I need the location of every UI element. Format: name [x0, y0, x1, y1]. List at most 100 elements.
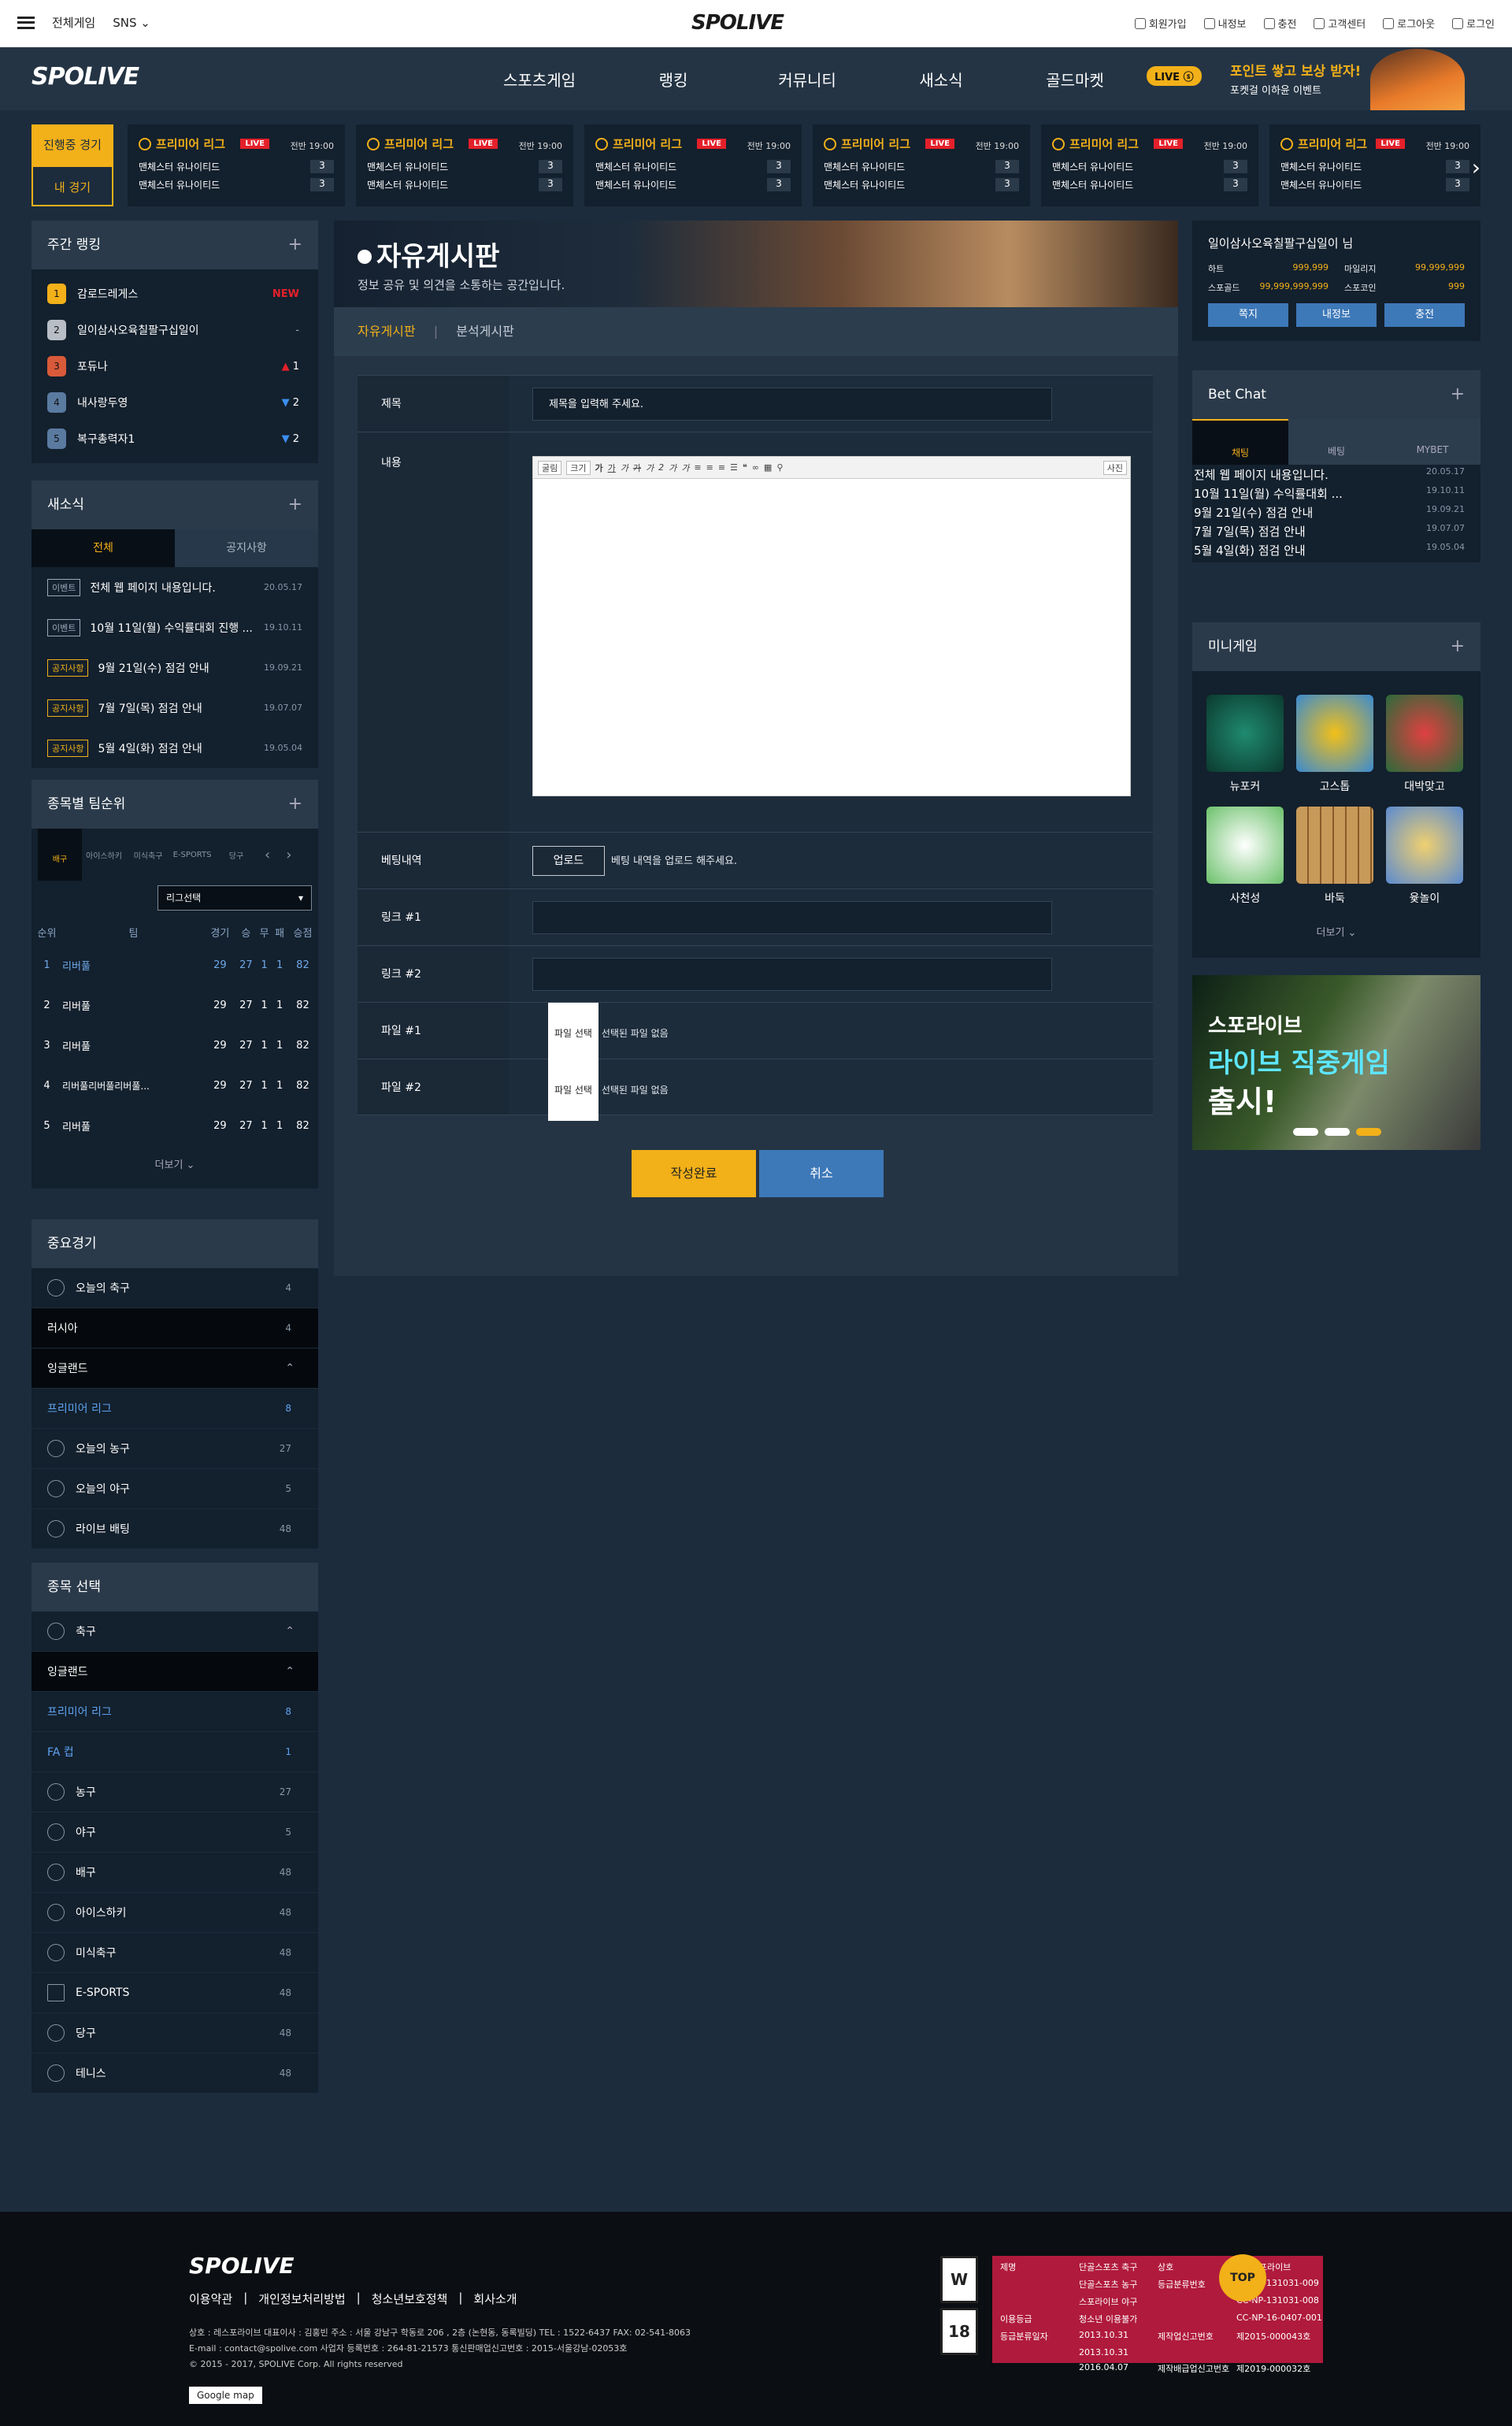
imp-item[interactable]: 오늘의 축구 4: [32, 1268, 318, 1308]
table-row[interactable]: 2 리버풀 29 27 1 1 82: [32, 985, 318, 1026]
tab-news-all[interactable]: 전체: [32, 529, 175, 567]
live-badge[interactable]: LIVE ⓢ: [1147, 66, 1202, 86]
nav-sports-game[interactable]: 스포츠게임: [472, 68, 606, 91]
plus-icon[interactable]: +: [288, 480, 302, 529]
nav-gold-market[interactable]: 골드마켓: [1008, 68, 1142, 91]
scroll-top-button[interactable]: TOP: [1219, 2254, 1266, 2302]
table-row[interactable]: 4 리버풀리버풀리버풀... 29 27 1 1 82: [32, 1066, 318, 1106]
promo-title[interactable]: 포인트 쌓고 보상 받자!: [1230, 60, 1361, 80]
imp-item[interactable]: 라이브 배팅 48: [32, 1509, 318, 1549]
list-icon[interactable]: ☰: [730, 462, 738, 473]
nav-logo[interactable]: SPOLIVE: [32, 63, 139, 91]
upload-button[interactable]: 업로드: [532, 846, 605, 876]
game-yut[interactable]: 윷놀이: [1386, 807, 1463, 906]
tab-volleyball[interactable]: 배구: [38, 829, 82, 881]
sport-item[interactable]: 야구 5: [32, 1812, 318, 1853]
tab-betting[interactable]: 베팅: [1288, 419, 1384, 465]
link1-input[interactable]: [532, 901, 1052, 934]
imp-item[interactable]: 오늘의 농구 27: [32, 1429, 318, 1469]
photo-button[interactable]: 사진: [1102, 460, 1127, 475]
match-card[interactable]: 프리미어 리그 LIVE 전반 19:00 맨체스터 유나이티드 3 맨체스터 유나…: [356, 124, 573, 206]
hamburger-menu-icon[interactable]: [17, 16, 35, 29]
chevron-up-icon[interactable]: ⌃: [285, 1665, 295, 1678]
league-select[interactable]: 리그선택 ▾: [158, 885, 312, 911]
charge-link[interactable]: 충전: [1263, 16, 1296, 31]
sport-item[interactable]: 테니스 48: [32, 2053, 318, 2094]
sport-item[interactable]: 농구 27: [32, 1772, 318, 1812]
news-item[interactable]: 이벤트 10월 11일(월) 수익률대회 진행 ... 19.10.11: [32, 607, 318, 647]
font-color-icon[interactable]: 가: [646, 462, 654, 474]
chevron-up-icon[interactable]: ⌃: [285, 1362, 295, 1374]
chevron-right-icon[interactable]: ›: [1472, 154, 1480, 180]
rank-row[interactable]: 3 포듀나 ▲ 1: [32, 348, 318, 384]
carousel-dot[interactable]: [1293, 1128, 1318, 1136]
myinfo-button[interactable]: 내정보: [1296, 303, 1377, 327]
imp-item[interactable]: 오늘의 야구 5: [32, 1469, 318, 1509]
tab-live-matches[interactable]: 진행중 경기: [32, 124, 113, 165]
match-card[interactable]: 프리미어 리그 LIVE 전반 19:00 맨체스터 유나이티드 3 맨체스터 유나…: [813, 124, 1030, 206]
message-button[interactable]: 쪽지: [1208, 303, 1288, 327]
top-logo[interactable]: SPOLIVE: [691, 11, 784, 35]
terms-link[interactable]: 이용약관: [189, 2291, 232, 2307]
table-row[interactable]: 5 리버풀 29 27 1 1 82: [32, 1106, 318, 1146]
subscript-icon[interactable]: 가: [681, 462, 689, 474]
font-select[interactable]: 굴림: [538, 460, 562, 475]
plus-icon[interactable]: +: [1451, 622, 1465, 671]
chevron-right-icon[interactable]: ›: [286, 847, 291, 863]
tab-football[interactable]: 미식축구: [126, 849, 170, 861]
more-button[interactable]: 더보기 ⌄: [1192, 922, 1480, 958]
carousel-dot-active[interactable]: [1356, 1128, 1381, 1136]
sport-item[interactable]: FA 컵 1: [32, 1732, 318, 1772]
table-row[interactable]: 1 리버풀 29 27 1 1 82: [32, 945, 318, 985]
game-sichuan[interactable]: 사천성: [1206, 807, 1284, 906]
sport-item[interactable]: 잉글랜드 ⌃: [32, 1652, 318, 1692]
nav-community[interactable]: 커뮤니티: [740, 68, 874, 91]
tab-esports[interactable]: E-SPORTS: [170, 851, 214, 859]
carousel-dot[interactable]: [1325, 1128, 1350, 1136]
align-center-icon[interactable]: ≡: [706, 462, 713, 473]
chevron-up-icon[interactable]: ⌃: [285, 1625, 295, 1638]
quote-icon[interactable]: ❝: [743, 462, 747, 473]
tab-billiards[interactable]: 당구: [214, 849, 258, 861]
youth-policy-link[interactable]: 청소년보호정책: [372, 2291, 448, 2307]
sport-item[interactable]: 아이스하키 48: [32, 1893, 318, 1933]
bold-icon[interactable]: 가: [595, 462, 603, 474]
tab-analysis-board[interactable]: 분석게시판: [456, 324, 514, 339]
superscript-icon[interactable]: 가: [669, 462, 676, 474]
rank-row[interactable]: 4 내사랑두영 ▼ 2: [32, 384, 318, 421]
game-gostop[interactable]: 고스톱: [1296, 695, 1373, 794]
link2-input[interactable]: [532, 958, 1052, 991]
promo-ad-banner[interactable]: 스포라이브 라이브 직중게임 출시!: [1192, 975, 1480, 1150]
plus-icon[interactable]: +: [288, 780, 302, 829]
rank-row[interactable]: 1 감로드레게스 NEW: [32, 276, 318, 312]
news-item[interactable]: 공지사항 7월 7일(목) 점검 안내 19.07.07: [32, 688, 318, 728]
submit-button[interactable]: 작성완료: [632, 1150, 756, 1197]
nav-ranking[interactable]: 랭킹: [606, 68, 740, 91]
title-input[interactable]: 제목을 입력해 주세요.: [532, 388, 1052, 421]
signup-link[interactable]: 회원가입: [1134, 16, 1187, 31]
rich-text-editor[interactable]: 굴림 크기 가 가 가 가 가 2 가 가 ≡ ≡ ≡ ☰ ❝ ∞ ▦ ⚲ 사진: [532, 456, 1131, 796]
tab-icehockey[interactable]: 아이스하키: [82, 849, 126, 861]
match-card[interactable]: 프리미어 리그 LIVE 전반 19:00 맨체스터 유나이티드 3 맨체스터 유나…: [1041, 124, 1258, 206]
news-item[interactable]: 이벤트 전체 웹 페이지 내용입니다. 20.05.17: [32, 567, 318, 607]
sport-item[interactable]: E-SPORTS 48: [32, 1973, 318, 2013]
strike-icon[interactable]: 가: [633, 462, 641, 474]
plus-icon[interactable]: +: [288, 221, 302, 269]
underline-icon[interactable]: 가: [608, 462, 616, 474]
tab-chat[interactable]: 채팅: [1192, 419, 1288, 465]
game-newpoker[interactable]: 뉴포커: [1206, 695, 1284, 794]
file1-choose-button[interactable]: 파일 선택: [548, 1003, 598, 1064]
plus-icon[interactable]: +: [1451, 370, 1465, 419]
more-button[interactable]: 더보기 ⌄: [32, 1146, 318, 1185]
imp-item[interactable]: 프리미어 리그 8: [32, 1389, 318, 1429]
rank-row[interactable]: 5 복구총력자1 ▼ 2: [32, 421, 318, 457]
match-card[interactable]: 프리미어 리그 LIVE 전반 19:00 맨체스터 유나이티드 3 맨체스터 유나…: [584, 124, 802, 206]
link-icon[interactable]: ∞: [752, 462, 759, 473]
match-card[interactable]: 프리미어 리그 LIVE 전반 19:00 맨체스터 유나이티드 3 맨체스터 유나…: [128, 124, 345, 206]
logout-link[interactable]: 로그아웃: [1383, 16, 1435, 31]
game-baduk[interactable]: 바둑: [1296, 807, 1373, 906]
table-row[interactable]: 3 리버풀 29 27 1 1 82: [32, 1026, 318, 1066]
align-right-icon[interactable]: ≡: [718, 462, 725, 473]
imp-item[interactable]: 러시아 4: [32, 1308, 318, 1348]
sns-dropdown[interactable]: SNS ⌄: [113, 16, 150, 30]
